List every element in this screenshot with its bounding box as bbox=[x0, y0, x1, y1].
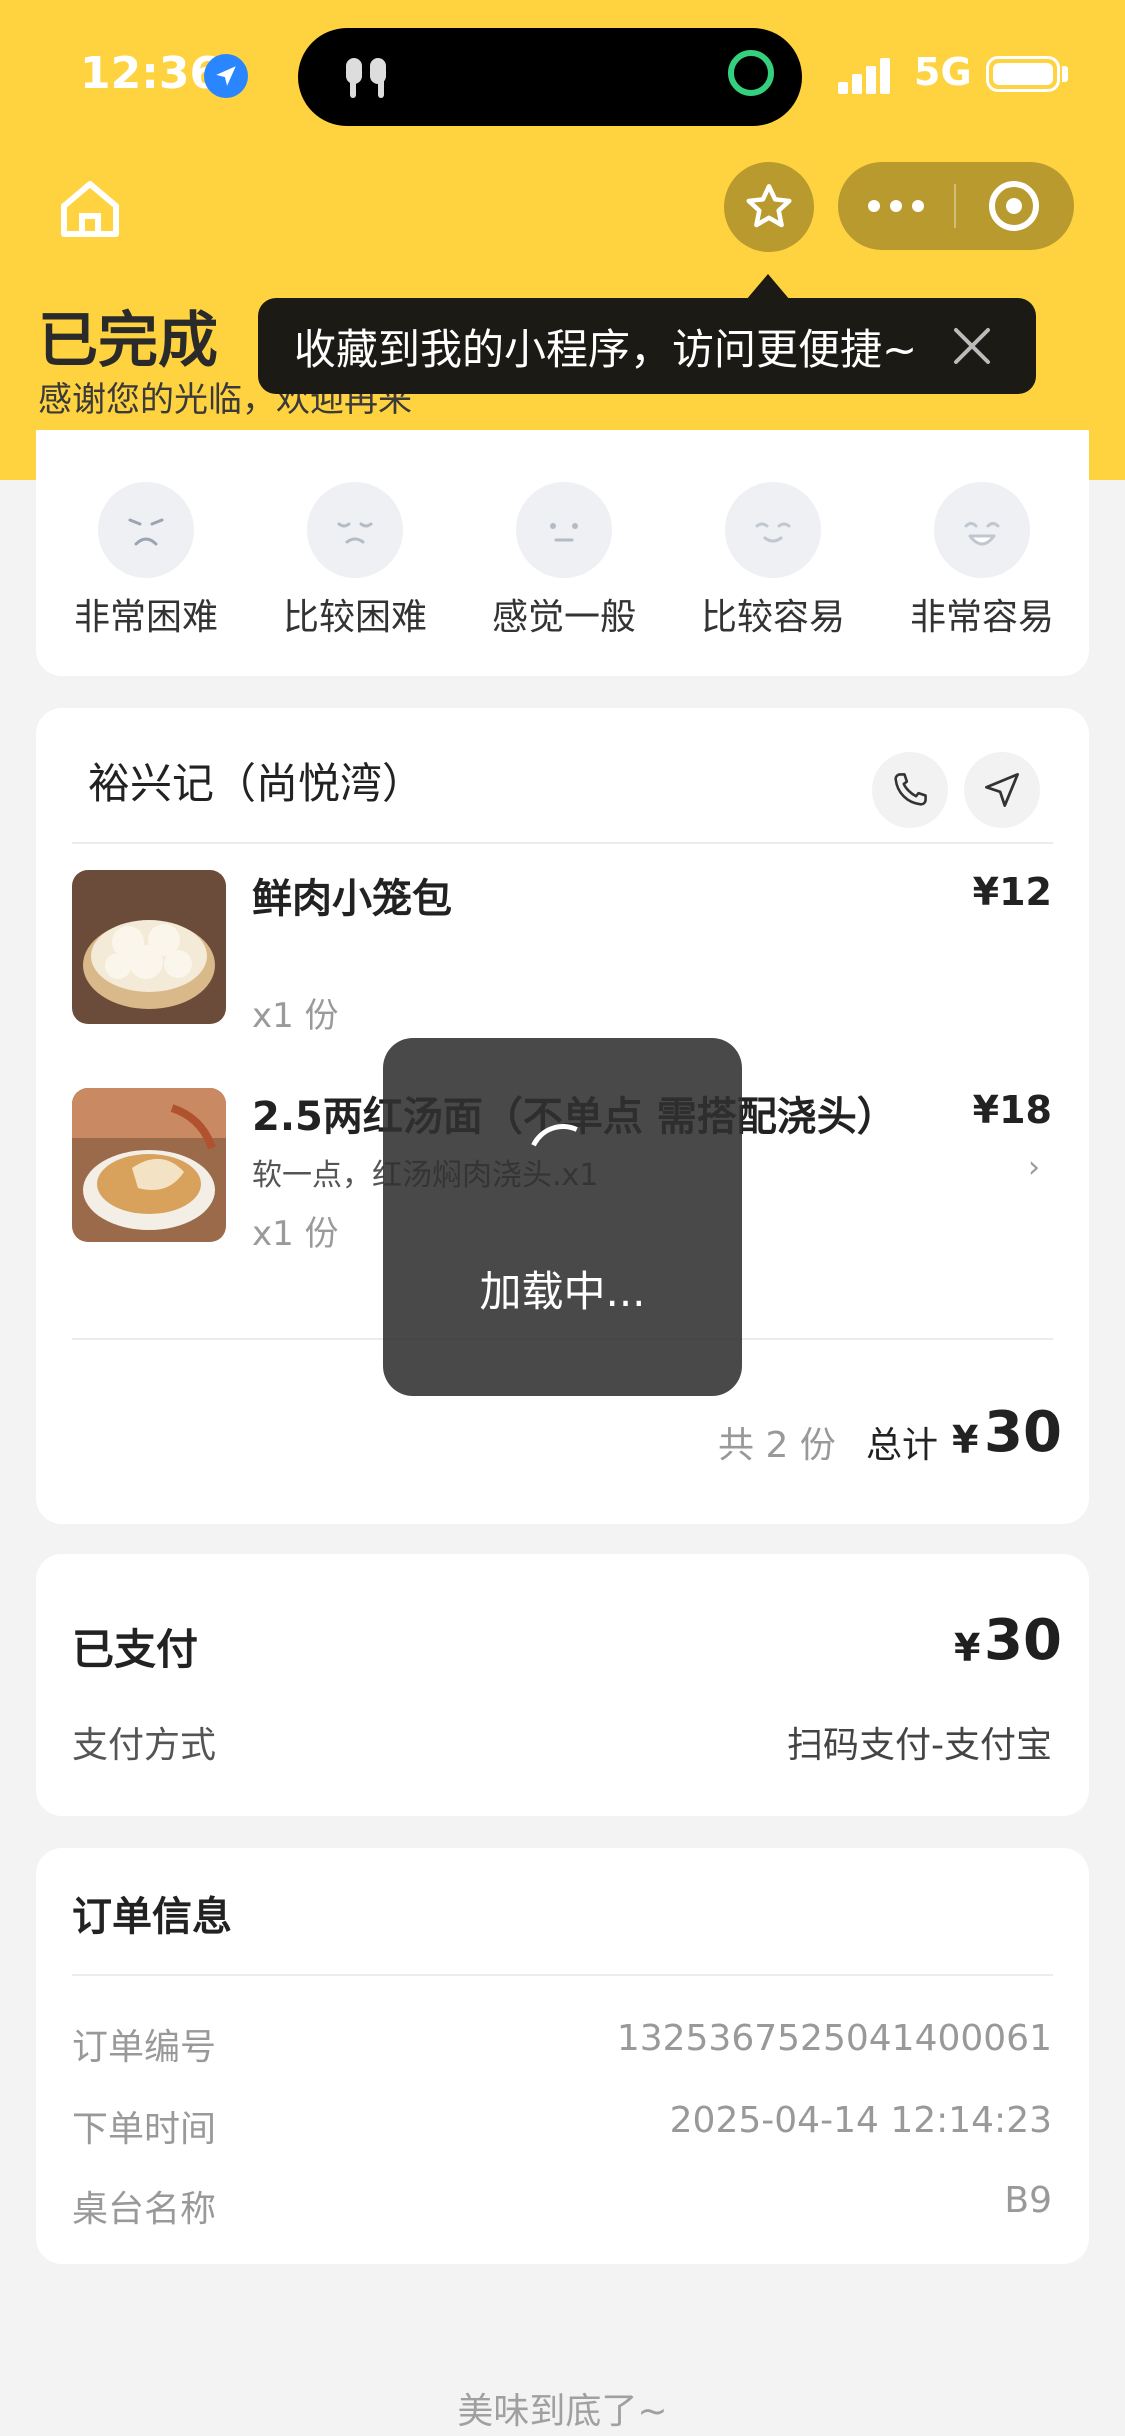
tooltip-arrow bbox=[746, 274, 790, 300]
battery-icon bbox=[986, 56, 1060, 92]
order-time-value: 2025-04-14 12:14:23 bbox=[669, 2100, 1052, 2141]
favorite-tooltip: 收藏到我的小程序，访问更便捷~ bbox=[258, 298, 1036, 394]
status-bar-time: 12:36 bbox=[80, 48, 221, 99]
end-of-list-text: 美味到底了~ bbox=[457, 2391, 668, 2432]
payment-status: 已支付 bbox=[72, 1625, 199, 1674]
dish-price: ¥18 bbox=[972, 1088, 1052, 1132]
payment-method-label: 支付方式 bbox=[72, 1725, 217, 1766]
payment-method-value: 扫码支付-支付宝 bbox=[787, 1725, 1052, 1766]
divider bbox=[72, 842, 1053, 844]
battery-cap bbox=[1062, 66, 1068, 82]
call-shop-button[interactable] bbox=[872, 752, 948, 828]
rating-label: 感觉一般 bbox=[491, 597, 636, 638]
dish-image-xiaolongbao[interactable] bbox=[72, 870, 226, 1024]
neutral-face-icon[interactable] bbox=[516, 482, 612, 578]
dish-quantity: x1 份 bbox=[252, 1214, 339, 1254]
network-type: 5G bbox=[914, 50, 972, 94]
total-amount: 30 bbox=[984, 1400, 1062, 1465]
rating-label: 比较困难 bbox=[282, 597, 427, 638]
easy-face-icon[interactable] bbox=[725, 482, 821, 578]
shop-name: 裕兴记（尚悦湾） bbox=[88, 759, 425, 808]
dish-price: ¥12 bbox=[972, 870, 1052, 914]
total-currency: ¥ bbox=[952, 1418, 979, 1462]
order-time-label: 下单时间 bbox=[72, 2109, 217, 2150]
chevron-right-icon[interactable]: › bbox=[1028, 1150, 1040, 1185]
dish-name: 鲜肉小笼包 bbox=[252, 876, 452, 922]
difficulty-rating-card: 非常困难 比较困难 感觉一般 比较容易 非常容易 bbox=[36, 430, 1089, 676]
loading-toast bbox=[383, 1038, 742, 1396]
divider bbox=[72, 1974, 1053, 1976]
loading-text: 加载中... bbox=[479, 1267, 646, 1316]
navigation-arrow-icon bbox=[985, 773, 1019, 807]
payment-amount: 30 bbox=[984, 1608, 1062, 1673]
table-name-label: 桌台名称 bbox=[72, 2189, 217, 2230]
miniprogram-capsule bbox=[838, 162, 1074, 250]
total-label: 总计 bbox=[866, 1425, 939, 1466]
very-hard-face-icon[interactable] bbox=[98, 482, 194, 578]
phone-icon bbox=[894, 773, 927, 806]
activity-ring-icon bbox=[728, 50, 774, 96]
favorite-star-button[interactable] bbox=[724, 162, 814, 252]
home-icon[interactable] bbox=[54, 172, 126, 244]
star-icon bbox=[746, 184, 792, 228]
target-icon bbox=[989, 181, 1039, 231]
very-easy-face-icon[interactable] bbox=[934, 482, 1030, 578]
order-number-value[interactable]: 1325367525041400061 bbox=[432, 2018, 1052, 2059]
navigate-button[interactable] bbox=[964, 752, 1040, 828]
payment-card bbox=[36, 1554, 1089, 1816]
hard-face-icon[interactable] bbox=[307, 482, 403, 578]
order-info-title: 订单信息 bbox=[72, 1894, 232, 1940]
table-name-value: B9 bbox=[1004, 2180, 1052, 2221]
tooltip-close-icon[interactable] bbox=[946, 320, 998, 372]
dish-quantity: x1 份 bbox=[252, 996, 339, 1036]
rating-label: 非常容易 bbox=[909, 597, 1054, 638]
rating-label: 比较容易 bbox=[700, 597, 845, 638]
signal-bars-icon bbox=[838, 58, 906, 94]
payment-currency: ¥ bbox=[954, 1626, 981, 1670]
more-options-button[interactable] bbox=[838, 162, 954, 250]
airpods-icon bbox=[338, 48, 396, 106]
close-miniprogram-button[interactable] bbox=[956, 162, 1072, 250]
rating-label: 非常困难 bbox=[73, 597, 218, 638]
location-arrow-icon bbox=[204, 54, 248, 98]
order-number-label: 订单编号 bbox=[72, 2027, 217, 2068]
item-count: 共 2 份 bbox=[718, 1425, 836, 1466]
tooltip-text: 收藏到我的小程序，访问更便捷~ bbox=[294, 324, 918, 374]
order-status-title: 已完成 bbox=[38, 306, 218, 376]
dish-image-noodle[interactable] bbox=[72, 1088, 226, 1242]
